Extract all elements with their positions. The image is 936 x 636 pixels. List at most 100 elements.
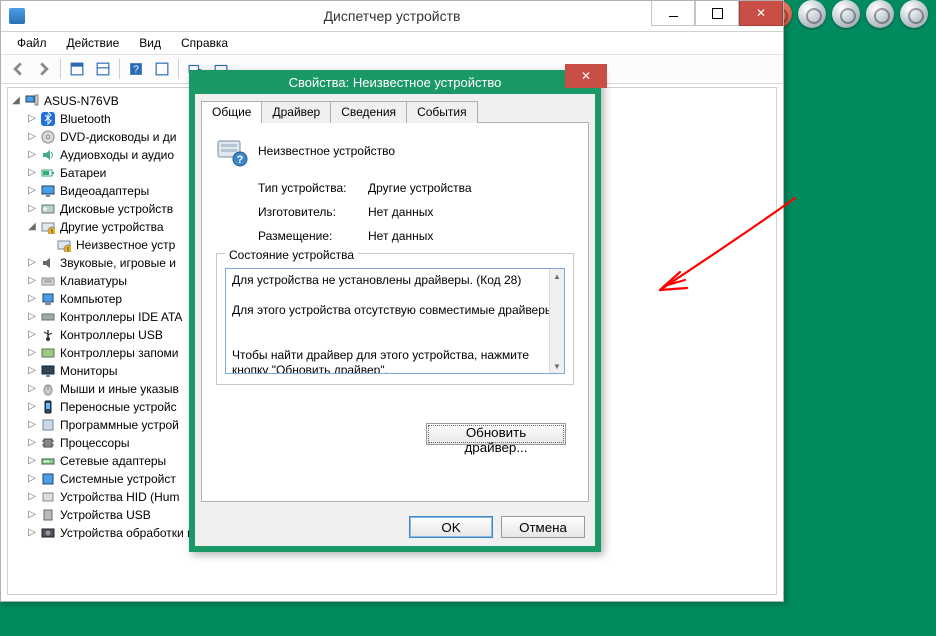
tree-label: Bluetooth: [58, 110, 113, 128]
tab-panel-general: ? Неизвестное устройство Тип устройства:…: [201, 122, 589, 502]
usb2-icon: [40, 507, 56, 523]
tab-general[interactable]: Общие: [201, 101, 262, 123]
menu-help[interactable]: Справка: [171, 34, 238, 52]
soft-icon: [40, 417, 56, 433]
tree-label: Звуковые, игровые и: [58, 254, 178, 272]
expand-icon[interactable]: ▷: [26, 344, 38, 362]
expand-icon[interactable]: ▷: [26, 254, 38, 272]
mouse-icon: [40, 381, 56, 397]
hid-icon: [40, 489, 56, 505]
expand-icon[interactable]: ▷: [26, 182, 38, 200]
titlebar[interactable]: Диспетчер устройств: [1, 1, 783, 32]
tree-label: Мониторы: [58, 362, 119, 380]
expand-icon[interactable]: ▷: [26, 362, 38, 380]
tree-label: Компьютер: [58, 290, 124, 308]
tree-label: Контроллеры запоми: [58, 344, 180, 362]
expand-icon[interactable]: ▷: [26, 416, 38, 434]
display-icon: [40, 183, 56, 199]
dialog-title: Свойства: Неизвестное устройство: [189, 75, 601, 90]
tree-label: Аудиовходы и аудио: [58, 146, 176, 164]
back-button[interactable]: [6, 57, 30, 81]
system-icon: [40, 471, 56, 487]
menu-view[interactable]: Вид: [129, 34, 171, 52]
expand-icon[interactable]: ▷: [26, 326, 38, 344]
tb-icon[interactable]: [150, 57, 174, 81]
forward-button[interactable]: [32, 57, 56, 81]
device-icon: ?: [216, 135, 248, 167]
monitor-icon: [40, 363, 56, 379]
tab-driver[interactable]: Драйвер: [261, 101, 331, 123]
ide-icon: [40, 309, 56, 325]
expand-icon[interactable]: ▷: [26, 470, 38, 488]
expand-icon[interactable]: ▷: [26, 110, 38, 128]
app-icon: [9, 8, 25, 24]
expand-icon[interactable]: ▷: [26, 200, 38, 218]
tab-details[interactable]: Сведения: [330, 101, 407, 123]
label-mfg: Изготовитель:: [258, 205, 368, 219]
tree-label: Контроллеры IDE ATA: [58, 308, 184, 326]
status-legend: Состояние устройства: [225, 248, 358, 262]
tree-label: Клавиатуры: [58, 272, 129, 290]
tb-icon[interactable]: [65, 57, 89, 81]
label-type: Тип устройства:: [258, 181, 368, 195]
tree-label: Батареи: [58, 164, 108, 182]
expand-icon[interactable]: ▷: [26, 524, 38, 542]
value-type: Другие устройства: [368, 181, 472, 195]
computer-icon: [40, 291, 56, 307]
collapse-icon[interactable]: ◢: [10, 92, 22, 110]
dialog-close-button[interactable]: [565, 64, 607, 88]
keyboard-icon: [40, 273, 56, 289]
minimize-button[interactable]: [651, 1, 695, 26]
expand-icon[interactable]: ▷: [26, 290, 38, 308]
expand-icon[interactable]: ▷: [26, 272, 38, 290]
expand-icon[interactable]: ▷: [26, 308, 38, 326]
close-button[interactable]: [739, 1, 783, 26]
expand-icon[interactable]: ▷: [26, 506, 38, 524]
cpu-icon: [40, 435, 56, 451]
status-group: Состояние устройства Для устройства не у…: [216, 253, 574, 385]
expand-icon[interactable]: ▷: [26, 488, 38, 506]
status-textbox[interactable]: Для устройства не установлены драйверы. …: [225, 268, 565, 374]
scroll-down-icon[interactable]: ▼: [550, 359, 564, 373]
desktop-icons: [764, 0, 928, 28]
tree-label: Процессоры: [58, 434, 132, 452]
battery-icon: [40, 165, 56, 181]
scroll-up-icon[interactable]: ▲: [550, 269, 564, 283]
disc-icon: [40, 129, 56, 145]
update-driver-button[interactable]: Обновить драйвер...: [426, 423, 566, 445]
expand-icon[interactable]: ▷: [26, 380, 38, 398]
expand-icon[interactable]: ▷: [26, 452, 38, 470]
device-name: Неизвестное устройство: [258, 144, 395, 158]
portable-icon: [40, 399, 56, 415]
net-icon: [40, 453, 56, 469]
label-loc: Размещение:: [258, 229, 368, 243]
tree-label: Переносные устройс: [58, 398, 179, 416]
cancel-button[interactable]: Отмена: [501, 516, 585, 538]
tree-label: Устройства USB: [58, 506, 153, 524]
unknown-icon: !: [56, 237, 72, 253]
expand-icon[interactable]: ▷: [26, 164, 38, 182]
tree-label: Видеоадаптеры: [58, 182, 151, 200]
expand-icon[interactable]: ▷: [26, 398, 38, 416]
expand-icon[interactable]: ▷: [26, 146, 38, 164]
tabstrip: Общие Драйвер Сведения События: [201, 101, 589, 123]
help-icon[interactable]: ?: [124, 57, 148, 81]
medal-icon: [798, 0, 826, 28]
expand-icon[interactable]: ▷: [26, 434, 38, 452]
tree-label: Устройства HID (Hum: [58, 488, 181, 506]
dialog-titlebar[interactable]: Свойства: Неизвестное устройство: [189, 70, 601, 94]
medal-icon: [866, 0, 894, 28]
menu-file[interactable]: Файл: [7, 34, 57, 52]
expand-icon[interactable]: ◢: [26, 218, 38, 236]
computer-icon: [24, 93, 40, 109]
ok-button[interactable]: OK: [409, 516, 493, 538]
tb-icon[interactable]: [91, 57, 115, 81]
scrollbar[interactable]: ▲ ▼: [549, 269, 564, 373]
menu-action[interactable]: Действие: [57, 34, 130, 52]
maximize-button[interactable]: [695, 1, 739, 26]
tree-label: Сетевые адаптеры: [58, 452, 168, 470]
tree-label: DVD-дисководы и ди: [58, 128, 178, 146]
tab-events[interactable]: События: [406, 101, 478, 123]
medal-icon: [900, 0, 928, 28]
expand-icon[interactable]: ▷: [26, 128, 38, 146]
